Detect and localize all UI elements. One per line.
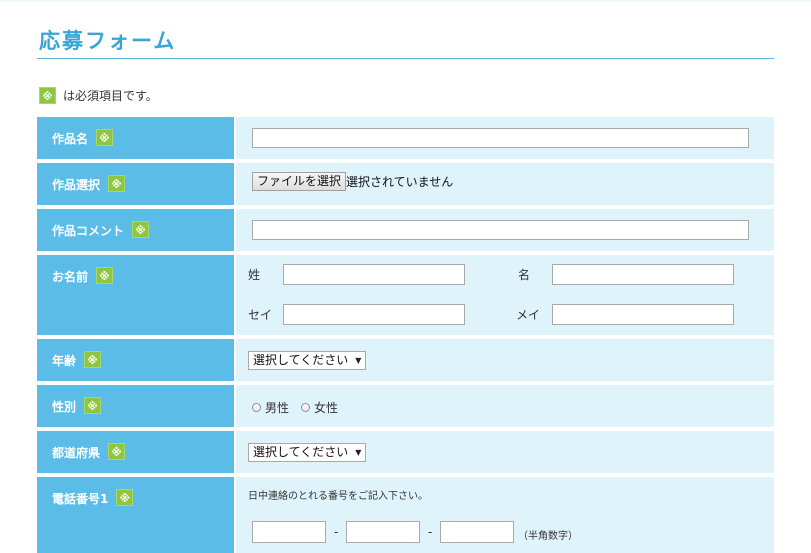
- form-row-title: 作品名 ※: [37, 117, 774, 159]
- phone-part1-input[interactable]: [252, 521, 326, 543]
- required-mark-icon: ※: [116, 489, 134, 506]
- label-text: 作品コメント: [52, 224, 125, 238]
- required-mark-icon: ※: [108, 443, 126, 460]
- first-name-label: 名: [518, 268, 531, 282]
- required-note-text: は必須項目です。: [63, 88, 158, 103]
- form-row-name: お名前 ※ 姓 名 セイ メイ: [37, 255, 774, 335]
- title-input[interactable]: [252, 128, 749, 148]
- last-name-kana-label: セイ: [248, 308, 273, 322]
- required-mark-icon: ※: [84, 351, 102, 368]
- radio-icon[interactable]: [301, 403, 311, 412]
- label-text: 年齢: [52, 354, 77, 368]
- phone-separator: -: [334, 525, 339, 539]
- label-text: お名前: [52, 270, 89, 284]
- form-label-title: 作品名 ※: [37, 117, 234, 159]
- form-cell-prefecture: 選択してください ▼: [236, 431, 774, 473]
- label-text: 作品選択: [52, 178, 101, 192]
- first-name-kana-input[interactable]: [552, 304, 734, 325]
- radio-icon[interactable]: [252, 403, 261, 412]
- application-form: 作品名 ※ 作品選択 ※ ファイルを選択 選択されていません 作品コメント ※: [37, 117, 774, 553]
- choose-file-button[interactable]: ファイルを選択: [252, 172, 347, 191]
- phone-separator: -: [428, 525, 433, 539]
- form-label-prefecture: 都道府県 ※: [37, 431, 234, 473]
- age-select-value: 選択してください: [253, 353, 349, 367]
- form-label-age: 年齢 ※: [37, 339, 234, 381]
- form-cell-gender: 男性 女性: [236, 385, 774, 427]
- phone-hint: （半角数字）: [518, 531, 578, 542]
- form-label-file: 作品選択 ※: [37, 163, 234, 205]
- last-name-input[interactable]: [283, 264, 465, 285]
- prefecture-select-value: 選択してください: [253, 445, 349, 459]
- chevron-down-icon: ▼: [355, 448, 362, 457]
- required-note: ※ は必須項目です。: [39, 86, 158, 104]
- form-row-gender: 性別 ※ 男性 女性: [37, 385, 774, 427]
- form-cell-title: [236, 117, 774, 159]
- gender-option-female[interactable]: 女性: [301, 399, 338, 416]
- form-row-comment: 作品コメント ※: [37, 209, 774, 251]
- form-label-gender: 性別 ※: [37, 385, 234, 427]
- required-mark-icon: ※: [39, 86, 56, 104]
- phone-note: 日中連絡のとれる番号をご記入下さい。: [248, 491, 428, 502]
- required-mark-icon: ※: [132, 221, 150, 238]
- last-name-label: 姓: [248, 268, 261, 282]
- form-cell-name: 姓 名 セイ メイ: [236, 255, 774, 335]
- radio-label: 女性: [314, 401, 339, 415]
- label-text: 電話番号1: [52, 492, 109, 506]
- label-text: 都道府県: [52, 446, 101, 460]
- phone-part3-input[interactable]: [440, 521, 514, 543]
- required-mark-icon: ※: [108, 175, 126, 192]
- required-mark-icon: ※: [96, 267, 114, 284]
- gender-option-male[interactable]: 男性: [252, 399, 289, 416]
- radio-label: 男性: [265, 401, 290, 415]
- form-row-age: 年齢 ※ 選択してください ▼: [37, 339, 774, 381]
- form-cell-age: 選択してください ▼: [236, 339, 774, 381]
- last-name-kana-input[interactable]: [283, 304, 465, 325]
- form-cell-file: ファイルを選択 選択されていません: [236, 163, 774, 205]
- required-mark-icon: ※: [96, 129, 114, 146]
- phone-part2-input[interactable]: [346, 521, 420, 543]
- file-status-text: 選択されていません: [346, 175, 454, 189]
- form-cell-phone: 日中連絡のとれる番号をご記入下さい。 - - （半角数字）: [236, 477, 774, 553]
- form-label-phone: 電話番号1 ※: [37, 477, 234, 553]
- page-title: 応募フォーム: [39, 29, 177, 53]
- first-name-input[interactable]: [552, 264, 734, 285]
- form-cell-comment: [236, 209, 774, 251]
- form-label-comment: 作品コメント ※: [37, 209, 234, 251]
- form-row-file: 作品選択 ※ ファイルを選択 選択されていません: [37, 163, 774, 205]
- top-edge: [0, 0, 811, 2]
- age-select[interactable]: 選択してください ▼: [248, 351, 367, 370]
- label-text: 作品名: [52, 132, 89, 146]
- required-mark-icon: ※: [84, 397, 102, 414]
- form-label-name: お名前 ※: [37, 255, 234, 335]
- form-row-prefecture: 都道府県 ※ 選択してください ▼: [37, 431, 774, 473]
- form-row-phone: 電話番号1 ※ 日中連絡のとれる番号をご記入下さい。 - - （半角数字）: [37, 477, 774, 553]
- gender-radio-group: 男性 女性: [252, 399, 350, 416]
- label-text: 性別: [52, 400, 77, 414]
- chevron-down-icon: ▼: [355, 356, 362, 365]
- title-divider: [37, 58, 774, 59]
- comment-input[interactable]: [252, 220, 749, 240]
- prefecture-select[interactable]: 選択してください ▼: [248, 443, 367, 462]
- first-name-kana-label: メイ: [516, 308, 541, 322]
- application-form-page: 応募フォーム ※ は必須項目です。 作品名 ※ 作品選択 ※ ファイルを選択 選…: [0, 0, 811, 553]
